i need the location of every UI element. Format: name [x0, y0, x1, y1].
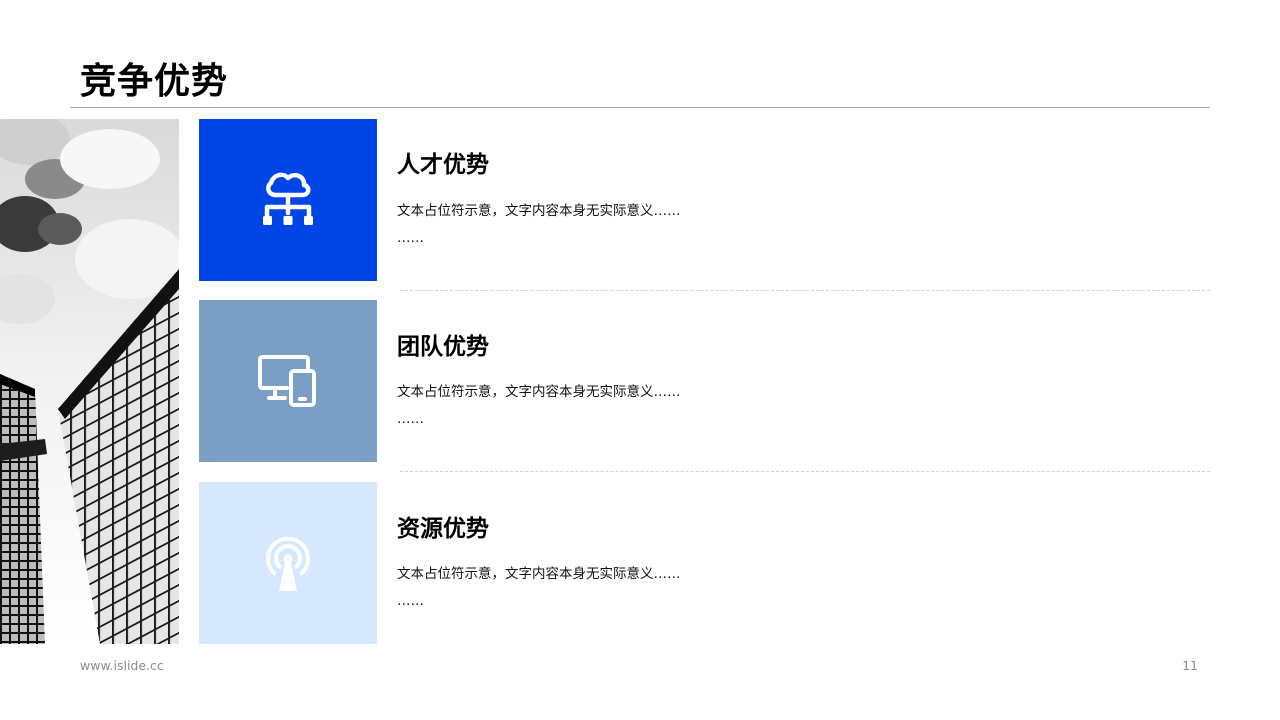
- title-divider: [70, 107, 1210, 108]
- item-title-team: 团队优势: [397, 334, 489, 360]
- item-divider: [400, 290, 1210, 291]
- team-icon-box: [199, 300, 377, 462]
- footer-url: www.islide.cc: [80, 658, 164, 673]
- broadcast-tower-icon: [266, 536, 310, 591]
- item-text-resource-line1: 文本占位符示意，文字内容本身无实际意义……: [397, 566, 681, 582]
- devices-icon: [258, 355, 316, 407]
- item-text-team-line2: ……: [397, 411, 424, 427]
- resource-icon-box: [199, 482, 377, 644]
- item-text-team-line1: 文本占位符示意，文字内容本身无实际意义……: [397, 384, 681, 400]
- page-number: 11: [1182, 658, 1198, 673]
- item-title-talent: 人才优势: [397, 152, 489, 178]
- item-text-talent-line1: 文本占位符示意，文字内容本身无实际意义……: [397, 203, 681, 219]
- building-photo: [0, 119, 179, 644]
- item-divider: [400, 471, 1210, 472]
- item-text-talent-line2: ……: [397, 230, 424, 246]
- cloud-network-icon: [263, 172, 313, 225]
- item-title-resource: 资源优势: [397, 516, 489, 542]
- item-text-resource-line2: ……: [397, 593, 424, 609]
- talent-icon-box: [199, 119, 377, 281]
- page-title: 竞争优势: [80, 61, 229, 102]
